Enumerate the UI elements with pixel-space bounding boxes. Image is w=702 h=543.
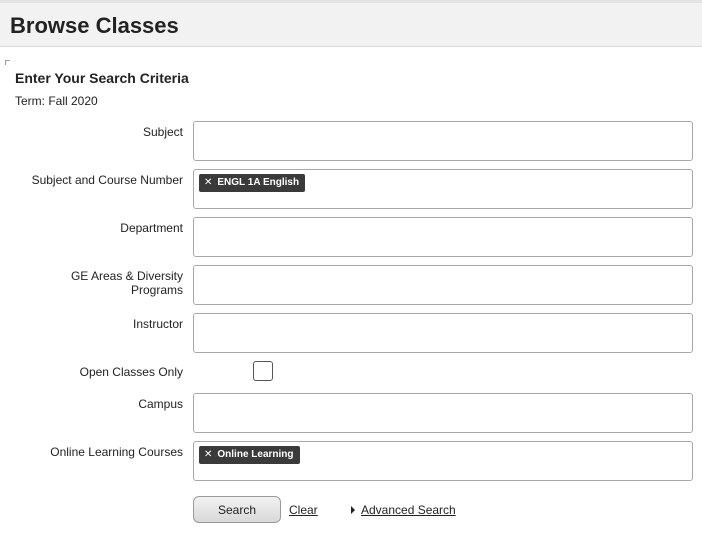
instructor-input[interactable] <box>193 313 693 353</box>
page-title: Browse Classes <box>10 13 179 38</box>
online-learning-label: Online Learning Courses <box>50 445 183 459</box>
subject-label: Subject <box>142 125 183 139</box>
close-icon[interactable]: ✕ <box>204 174 212 192</box>
advanced-search-link[interactable]: Advanced Search <box>361 503 456 517</box>
term-label: Term: Fall 2020 <box>15 94 98 108</box>
page-header: Browse Classes <box>0 0 702 47</box>
subject-course-label: Subject and Course Number <box>31 173 183 187</box>
ge-areas-label-line1: GE Areas & Diversity <box>70 269 183 283</box>
ge-areas-label: GE Areas & Diversity Programs <box>8 269 183 297</box>
campus-label: Campus <box>138 397 183 411</box>
subject-input[interactable] <box>193 121 693 161</box>
online-learning-input[interactable]: ✕ Online Learning <box>193 441 693 481</box>
open-classes-label: Open Classes Only <box>79 365 183 379</box>
close-icon[interactable]: ✕ <box>204 446 212 464</box>
department-label: Department <box>120 221 183 235</box>
chip-label: Online Learning <box>217 449 294 460</box>
caret-right-icon <box>351 506 355 514</box>
ge-areas-label-line2: Programs <box>130 283 183 297</box>
subject-course-chip[interactable]: ✕ ENGL 1A English <box>199 174 306 192</box>
campus-input[interactable] <box>193 393 693 433</box>
department-input[interactable] <box>193 217 693 257</box>
instructor-label: Instructor <box>132 317 183 331</box>
search-criteria-title: Enter Your Search Criteria <box>15 70 189 86</box>
clear-link[interactable]: Clear <box>289 503 318 517</box>
open-classes-checkbox[interactable] <box>253 361 273 381</box>
search-button[interactable]: Search <box>193 496 281 523</box>
corner-mark <box>5 60 10 65</box>
ge-areas-input[interactable] <box>193 265 693 305</box>
chip-label: ENGL 1A English <box>217 177 300 188</box>
subject-course-input[interactable]: ✕ ENGL 1A English <box>193 169 693 209</box>
online-learning-chip[interactable]: ✕ Online Learning <box>199 446 300 464</box>
